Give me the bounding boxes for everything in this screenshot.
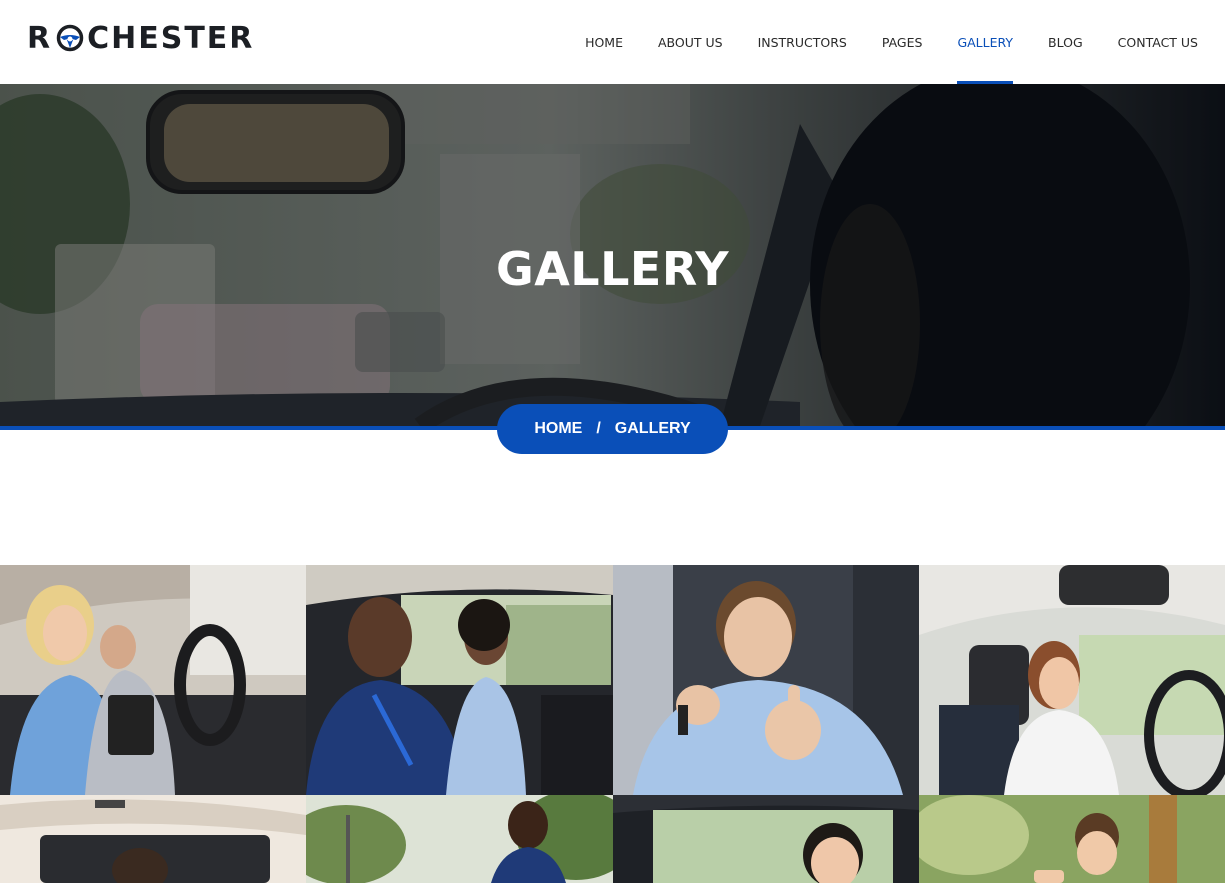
breadcrumb-current: GALLERY — [614, 420, 691, 437]
logo-text-right: CHESTER — [87, 20, 255, 56]
woman-driving-photo — [919, 565, 1225, 795]
gallery-image-7[interactable] — [613, 795, 919, 883]
gallery-image-2[interactable] — [306, 565, 613, 795]
breadcrumb-separator: / — [596, 420, 601, 437]
site-logo[interactable]: R CHESTER — [27, 20, 254, 56]
nav-instructors[interactable]: INSTRUCTORS — [758, 0, 847, 84]
man-holding-car-key-photo — [613, 565, 919, 795]
hero-banner: GALLERY — [0, 84, 1225, 426]
smiling-couple-in-car-photo — [306, 565, 613, 795]
site-header: R CHESTER HOME ABOUT US INSTRUCTORS PAGE… — [0, 0, 1225, 84]
young-man-outdoors-photo — [919, 795, 1225, 883]
nav-about-us[interactable]: ABOUT US — [658, 0, 723, 84]
man-in-white-car-photo — [0, 795, 306, 883]
main-nav: HOME ABOUT US INSTRUCTORS PAGES GALLERY … — [550, 0, 1198, 84]
nav-pages[interactable]: PAGES — [882, 0, 923, 84]
gallery-image-1[interactable] — [0, 565, 306, 795]
nav-gallery[interactable]: GALLERY — [957, 0, 1013, 84]
gallery-image-5[interactable] — [0, 795, 306, 883]
gallery-image-6[interactable] — [306, 795, 613, 883]
steering-wheel-icon — [56, 24, 84, 52]
breadcrumb: HOME / GALLERY — [497, 404, 728, 454]
nav-contact-us[interactable]: CONTACT US — [1118, 0, 1198, 84]
breadcrumb-home-link[interactable]: HOME — [534, 420, 582, 438]
gallery-image-4[interactable] — [919, 565, 1225, 795]
gallery-grid — [0, 565, 1225, 883]
page-title: GALLERY — [495, 242, 730, 296]
woman-in-car-window-photo — [613, 795, 919, 883]
nav-blog[interactable]: BLOG — [1048, 0, 1083, 84]
instructor-outdoors-photo — [306, 795, 613, 883]
nav-home[interactable]: HOME — [585, 0, 623, 84]
logo-text-left: R — [27, 20, 53, 56]
gallery-image-8[interactable] — [919, 795, 1225, 883]
gallery-image-3[interactable] — [613, 565, 919, 795]
woman-driver-with-instructor-photo — [0, 565, 306, 795]
